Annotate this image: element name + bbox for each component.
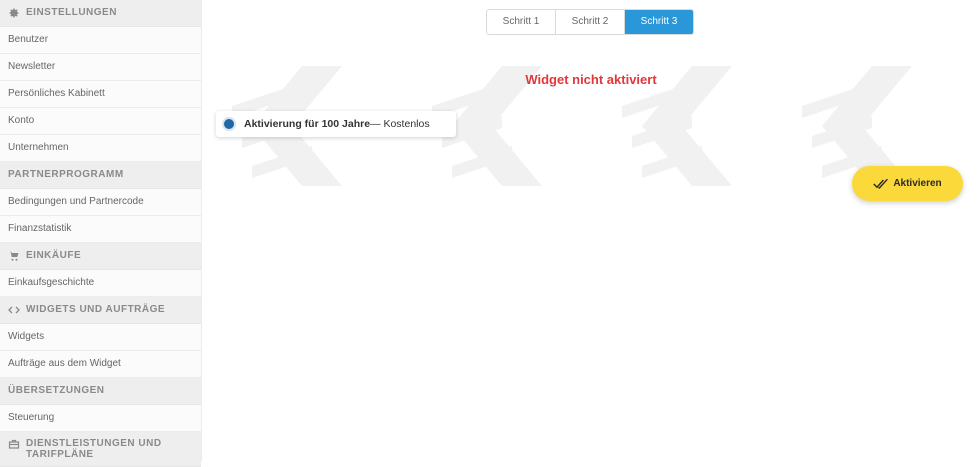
- sidebar: EINSTELLUNGEN Benutzer Newsletter Persön…: [0, 0, 202, 467]
- sidebar-heading-label: ÜBERSETZUNGEN: [8, 385, 105, 396]
- sidebar-heading-label: WIDGETS UND AUFTRÄGE: [26, 304, 166, 315]
- sidebar-heading-widgets: WIDGETS UND AUFTRÄGE: [0, 297, 201, 324]
- watermark-logo-icon: [432, 66, 542, 186]
- activate-button-label: Aktivieren: [893, 178, 942, 189]
- briefcase-icon: [8, 438, 20, 450]
- sidebar-item-unternehmen[interactable]: Unternehmen: [0, 135, 201, 162]
- sidebar-item-benutzer[interactable]: Benutzer: [0, 27, 201, 54]
- sidebar-item-auftraege[interactable]: Aufträge aus dem Widget: [0, 351, 201, 378]
- activation-status: Widget nicht aktiviert: [525, 72, 657, 87]
- option-price: — Kostenlos: [370, 118, 430, 130]
- radio-button-selected[interactable]: [224, 119, 234, 129]
- sidebar-item-konto[interactable]: Konto: [0, 108, 201, 135]
- sidebar-heading-einstellungen: EINSTELLUNGEN: [0, 0, 201, 27]
- sidebar-heading-uebersetzungen: ÜBERSETZUNGEN: [0, 378, 201, 405]
- sidebar-heading-label: EINKÄUFE: [26, 250, 82, 261]
- cart-icon: [8, 250, 20, 262]
- sidebar-heading-label-line1: DIENSTLEISTUNGEN UND: [26, 438, 162, 449]
- tab-schritt-3[interactable]: Schritt 3: [625, 10, 693, 34]
- tab-schritt-1[interactable]: Schritt 1: [487, 10, 556, 34]
- sidebar-item-widgets[interactable]: Widgets: [0, 324, 201, 351]
- tab-schritt-2[interactable]: Schritt 2: [556, 10, 625, 34]
- sidebar-item-bedingungen[interactable]: Bedingungen und Partnercode: [0, 189, 201, 216]
- activation-option[interactable]: Aktivierung für 100 Jahre — Kostenlos: [216, 111, 456, 137]
- activate-button[interactable]: Aktivieren: [852, 166, 963, 201]
- gear-icon: [8, 7, 20, 19]
- step-tabs: Schritt 1 Schritt 2 Schritt 3: [486, 9, 694, 35]
- main-content: Schritt 1 Schritt 2 Schritt 3 Widget nic…: [202, 0, 980, 461]
- sidebar-item-newsletter[interactable]: Newsletter: [0, 54, 201, 81]
- sidebar-heading-einkaeufe: EINKÄUFE: [0, 243, 201, 270]
- double-check-icon: [873, 178, 889, 190]
- sidebar-heading-label-line2: TARIFPLÄNE: [26, 449, 94, 460]
- sidebar-item-einkaufsgeschichte[interactable]: Einkaufsgeschichte: [0, 270, 201, 297]
- sidebar-heading-partnerprogramm: PARTNERPROGRAMM: [0, 162, 201, 189]
- sidebar-heading-label: EINSTELLUNGEN: [26, 7, 117, 18]
- sidebar-heading-dienstleistungen: DIENSTLEISTUNGEN UND TARIFPLÄNE: [0, 432, 201, 467]
- option-title: Aktivierung für 100 Jahre: [244, 118, 371, 130]
- code-icon: [8, 304, 20, 316]
- watermark-logo-icon: [232, 66, 342, 186]
- watermark-logo-icon: [622, 66, 732, 186]
- sidebar-item-finanzstatistik[interactable]: Finanzstatistik: [0, 216, 201, 243]
- sidebar-item-steuerung[interactable]: Steuerung: [0, 405, 201, 432]
- sidebar-item-persoenliches-kabinett[interactable]: Persönliches Kabinett: [0, 81, 201, 108]
- sidebar-heading-label: PARTNERPROGRAMM: [8, 169, 124, 180]
